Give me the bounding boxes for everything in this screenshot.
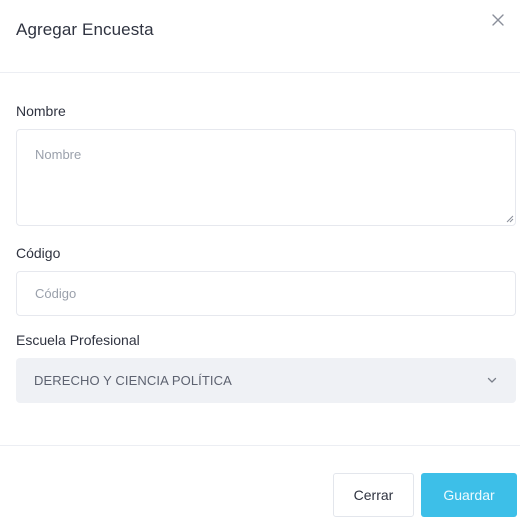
nombre-field[interactable] xyxy=(16,129,516,226)
footer-divider xyxy=(0,445,520,446)
escuela-label: Escuela Profesional xyxy=(16,332,140,348)
add-survey-modal: Agregar Encuesta Nombre Código Escuela P… xyxy=(0,0,520,517)
chevron-down-icon xyxy=(487,377,497,383)
escuela-selected-value: DERECHO Y CIENCIA POLÍTICA xyxy=(34,373,232,388)
close-icon[interactable] xyxy=(488,10,508,30)
save-button[interactable]: Guardar xyxy=(421,473,517,517)
codigo-label: Código xyxy=(16,245,61,261)
modal-title: Agregar Encuesta xyxy=(16,20,154,39)
nombre-label: Nombre xyxy=(16,103,66,119)
codigo-field[interactable] xyxy=(16,271,516,316)
cancel-button[interactable]: Cerrar xyxy=(333,473,414,517)
modal-header: Agregar Encuesta xyxy=(0,0,520,73)
escuela-select[interactable]: DERECHO Y CIENCIA POLÍTICA xyxy=(16,358,516,403)
